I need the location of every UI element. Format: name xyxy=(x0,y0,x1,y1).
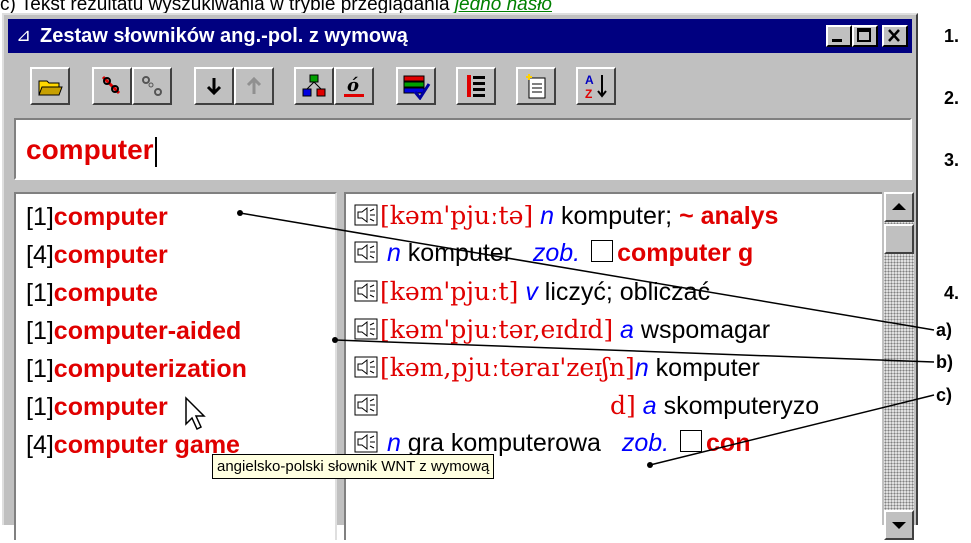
open-folder-icon xyxy=(37,75,63,97)
unlink-button[interactable] xyxy=(132,67,172,105)
list-item[interactable]: [4]computer xyxy=(26,241,168,270)
entry-line[interactable]: d] a skomputeryzo xyxy=(354,391,819,421)
link-icon xyxy=(99,73,125,99)
list-button[interactable] xyxy=(456,67,496,105)
text-caret xyxy=(154,136,157,167)
scroll-up-button[interactable] xyxy=(884,192,914,222)
toolbar: ó AZ xyxy=(8,55,912,109)
speaker-icon[interactable] xyxy=(354,280,378,302)
accent-button[interactable]: ó xyxy=(334,67,374,105)
list-icon xyxy=(464,73,488,99)
new-page-button[interactable] xyxy=(516,67,556,105)
speaker-icon[interactable] xyxy=(354,241,378,263)
annotation-2: 2. xyxy=(944,88,960,108)
search-input[interactable]: computer xyxy=(14,118,912,180)
link-button[interactable] xyxy=(92,67,132,105)
list-item[interactable]: [1]computerization xyxy=(26,355,247,384)
speaker-icon[interactable] xyxy=(354,204,378,226)
speaker-icon[interactable] xyxy=(354,394,378,416)
arrow-down-icon xyxy=(204,75,224,97)
dictionary-window: ⊿ Zestaw słowników ang.-pol. z wymową ó … xyxy=(2,13,918,540)
annotation-c: c) xyxy=(936,385,953,405)
entry-line[interactable]: [kəm'pjuːt] v liczyć; obliczać xyxy=(354,277,710,307)
open-button[interactable] xyxy=(30,67,70,105)
search-value: computer xyxy=(26,134,154,165)
list-item[interactable]: [1]computer-aided xyxy=(26,317,241,346)
new-page-icon xyxy=(523,72,549,100)
svg-text:A: A xyxy=(585,73,594,87)
dictionaries-button[interactable] xyxy=(396,67,436,105)
list-item[interactable]: [1]computer xyxy=(26,393,168,422)
svg-text:Z: Z xyxy=(585,87,592,100)
link-arrow-icon[interactable] xyxy=(591,240,614,262)
annotation-a: a) xyxy=(936,320,953,340)
vertical-scrollbar[interactable] xyxy=(884,192,914,540)
maximize-button[interactable] xyxy=(852,25,878,47)
annotation-4: 4. xyxy=(944,283,960,303)
annotation-b: b) xyxy=(936,352,953,372)
minimize-button[interactable] xyxy=(826,25,852,47)
unlink-icon xyxy=(139,73,165,99)
scroll-down-button[interactable] xyxy=(884,510,914,540)
title-bar[interactable]: ⊿ Zestaw słowników ang.-pol. z wymową xyxy=(8,19,912,53)
speaker-icon[interactable] xyxy=(354,318,378,340)
tree-icon xyxy=(301,73,327,99)
entry-line[interactable]: [kəm'pjuːtə] n komputer; ~ analys xyxy=(354,201,778,231)
list-item[interactable]: [4]computer game xyxy=(26,431,240,460)
list-item[interactable]: [1]compute xyxy=(26,279,158,308)
annotation-1: 1. xyxy=(944,26,960,46)
previous-button[interactable] xyxy=(234,67,274,105)
list-item[interactable]: [1]computer xyxy=(26,203,168,232)
arrow-up-icon xyxy=(244,75,264,97)
speaker-icon[interactable] xyxy=(354,356,378,378)
mouse-cursor-icon xyxy=(185,396,206,431)
accent-o-icon: ó xyxy=(342,73,366,99)
entry-line[interactable]: [kəm'pjuːtər,eɪdɪd] a wspomagar xyxy=(354,315,770,345)
sort-az-icon: AZ xyxy=(583,72,609,100)
window-title: Zestaw słowników ang.-pol. z wymową xyxy=(40,25,408,47)
entry-pane[interactable]: [kəm'pjuːtə] n komputer; ~ analys n komp… xyxy=(344,192,882,540)
tree-button[interactable] xyxy=(294,67,334,105)
tooltip: angielsko-polski słownik WNT z wymową xyxy=(212,454,495,479)
app-icon: ⊿ xyxy=(16,25,32,45)
close-button[interactable] xyxy=(882,25,908,47)
link-arrow-icon[interactable] xyxy=(680,430,703,452)
speaker-icon[interactable] xyxy=(354,431,378,453)
next-button[interactable] xyxy=(194,67,234,105)
headword-list[interactable]: [1]computer [4]computer [1]compute [1]co… xyxy=(14,192,337,540)
scroll-thumb[interactable] xyxy=(884,224,914,254)
books-check-icon xyxy=(401,72,431,100)
entry-line[interactable]: [kəm,pjuːtəraɪ'zeɪʃn]n komputer xyxy=(354,353,760,383)
entry-line[interactable]: n komputer zob. computer g xyxy=(354,239,753,268)
annotation-3: 3. xyxy=(944,150,960,170)
svg-text:ó: ó xyxy=(347,75,359,96)
sort-button[interactable]: AZ xyxy=(576,67,616,105)
